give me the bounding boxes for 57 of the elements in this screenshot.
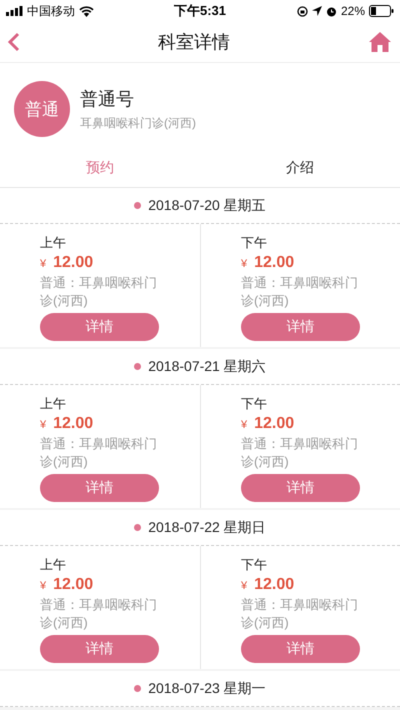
currency-symbol: ¥ bbox=[40, 258, 46, 270]
slot-description: 普通：耳鼻咽喉科门诊(河西) bbox=[241, 596, 359, 632]
details-button[interactable]: 详情 bbox=[40, 635, 159, 663]
back-button[interactable] bbox=[8, 32, 20, 52]
details-button[interactable]: 详情 bbox=[40, 313, 159, 341]
wifi-icon bbox=[79, 6, 94, 16]
currency-symbol: ¥ bbox=[40, 419, 46, 431]
date-label: 2018-07-22 星期日 bbox=[148, 518, 266, 536]
price-amount: 12.00 bbox=[53, 415, 94, 433]
details-button[interactable]: 详情 bbox=[40, 474, 159, 502]
battery-icon bbox=[369, 5, 394, 17]
battery-percent: 22% bbox=[340, 4, 365, 18]
details-button[interactable]: 详情 bbox=[241, 313, 360, 341]
tab[interactable]: 介绍 bbox=[200, 149, 400, 187]
currency-symbol: ¥ bbox=[40, 580, 46, 592]
alarm-icon bbox=[326, 6, 337, 16]
period-label: 上午 bbox=[40, 395, 66, 413]
period-label: 下午 bbox=[241, 556, 267, 574]
details-button[interactable]: 详情 bbox=[241, 635, 360, 663]
date-label: 2018-07-23 星期一 bbox=[148, 680, 266, 698]
home-button[interactable] bbox=[368, 31, 392, 53]
clinic-avatar: 普通 bbox=[14, 81, 70, 137]
date-label: 2018-07-21 星期六 bbox=[148, 358, 266, 376]
location-icon bbox=[312, 6, 322, 16]
currency-symbol: ¥ bbox=[241, 419, 248, 431]
carrier-name: 中国移动 bbox=[27, 2, 75, 20]
period-label: 下午 bbox=[241, 234, 267, 252]
period-label: 上午 bbox=[40, 556, 66, 574]
status-time: 下午5:31 bbox=[174, 2, 226, 20]
department-name: 耳鼻咽喉科门诊(河西) bbox=[80, 114, 196, 132]
slot-description: 普通：耳鼻咽喉科门诊(河西) bbox=[40, 435, 158, 471]
page-title: 科室详情 bbox=[158, 31, 230, 54]
period-label: 下午 bbox=[241, 395, 267, 413]
home-icon bbox=[368, 31, 392, 53]
price-amount: 12.00 bbox=[254, 254, 294, 272]
date-dot bbox=[134, 524, 142, 531]
slot-description: 普通：耳鼻咽喉科门诊(河西) bbox=[241, 435, 359, 471]
details-button[interactable]: 详情 bbox=[241, 474, 360, 502]
tab[interactable]: 预约 bbox=[0, 149, 200, 187]
period-label: 上午 bbox=[40, 234, 66, 252]
price-amount: 12.00 bbox=[254, 576, 294, 594]
slot-description: 普通：耳鼻咽喉科门诊(河西) bbox=[241, 274, 359, 310]
price-amount: 12.00 bbox=[53, 576, 94, 594]
price-amount: 12.00 bbox=[254, 415, 294, 433]
clinic-name: 普通号 bbox=[80, 88, 135, 110]
slot-description: 普通：耳鼻咽喉科门诊(河西) bbox=[40, 274, 158, 310]
currency-symbol: ¥ bbox=[241, 258, 248, 270]
date-label: 2018-07-20 星期五 bbox=[148, 196, 266, 214]
signal-icon bbox=[6, 6, 23, 16]
date-dot bbox=[134, 363, 142, 370]
back-chevron-icon bbox=[8, 32, 20, 52]
currency-symbol: ¥ bbox=[241, 580, 248, 592]
date-dot bbox=[134, 685, 142, 692]
date-dot bbox=[134, 202, 142, 209]
slot-description: 普通：耳鼻咽喉科门诊(河西) bbox=[40, 596, 158, 632]
rotation-lock-icon bbox=[296, 6, 308, 16]
price-amount: 12.00 bbox=[53, 254, 94, 272]
